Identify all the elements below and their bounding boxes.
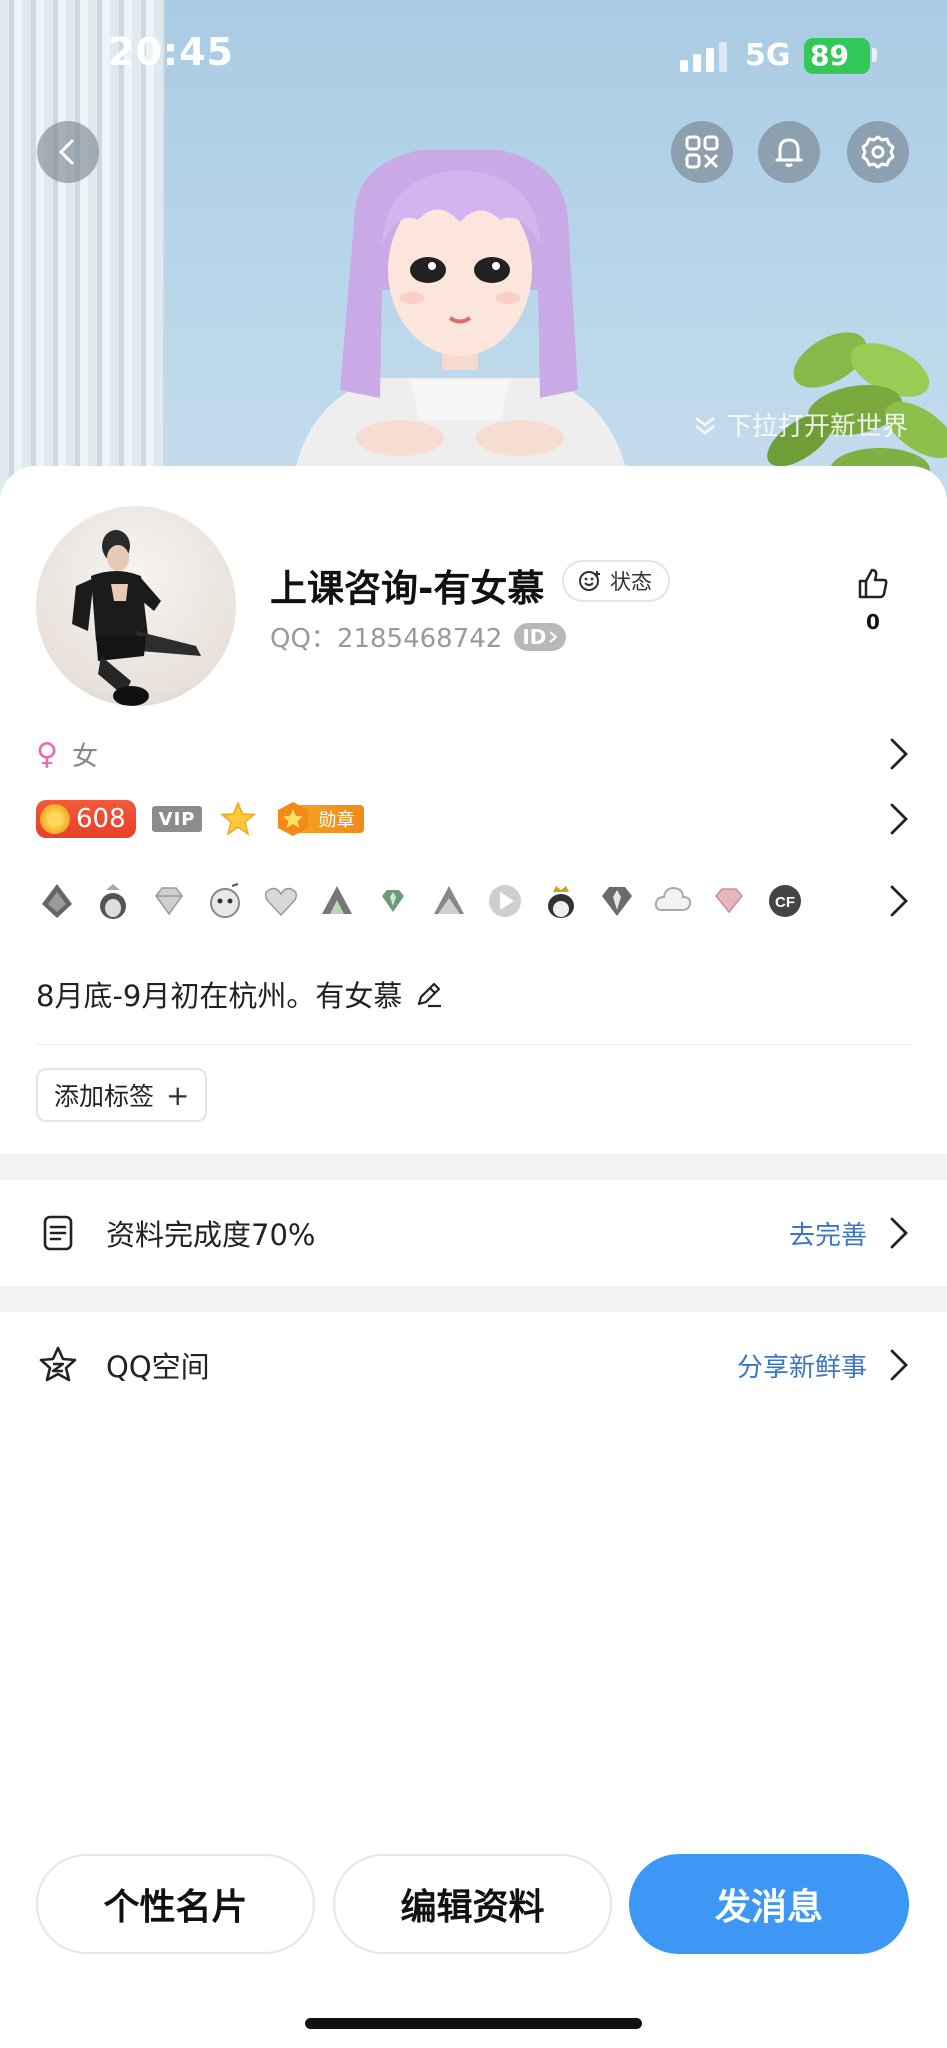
like-count: 0	[866, 610, 880, 634]
back-icon	[58, 139, 74, 165]
settings-button[interactable]	[847, 121, 909, 183]
profile-cover[interactable]: 20:45 5G 89 下拉打开新世界	[0, 0, 947, 500]
chevron-right-icon	[890, 803, 908, 835]
edit-profile-button[interactable]: 编辑资料	[333, 1854, 612, 1954]
qq-number-line: QQ：2185468742 ID	[270, 618, 567, 655]
game-icons-row[interactable]: CF	[36, 878, 911, 924]
qr-code-icon	[685, 135, 719, 169]
qzone-row[interactable]: QQ空间 分享新鲜事	[0, 1312, 947, 1418]
like-button[interactable]: 0	[848, 566, 898, 634]
chevron-right-icon	[890, 1217, 908, 1249]
thumbs-up-icon	[858, 568, 888, 599]
medal-badge: 勋章	[274, 801, 365, 837]
avatar-photo	[72, 530, 201, 706]
network-type: 5G	[745, 38, 791, 73]
back-button[interactable]	[37, 121, 99, 183]
profile-card-button[interactable]: 个性名片	[36, 1854, 315, 1954]
battery-tip	[872, 48, 877, 62]
heart-icon	[264, 887, 298, 917]
double-chevron-down-icon	[695, 416, 715, 435]
play-icon	[489, 885, 521, 917]
status-button[interactable]: 状态	[562, 560, 670, 602]
medal-star-icon	[278, 802, 309, 836]
game-icon-8	[434, 886, 464, 914]
signature-divider	[36, 1044, 911, 1045]
plus-icon: +	[166, 1078, 190, 1112]
diamond-icon	[155, 887, 183, 916]
diamond-icon-green	[382, 890, 404, 912]
document-icon	[43, 1215, 73, 1251]
game-icon-6	[322, 886, 352, 914]
qr-code-button[interactable]	[671, 121, 733, 183]
add-tag-label: 添加标签	[54, 1082, 155, 1111]
bottom-action-bar: 个性名片 编辑资料 发消息	[0, 1854, 947, 1954]
share-news-link[interactable]: 分享新鲜事	[737, 1347, 867, 1384]
qq-level-value: 608	[76, 804, 126, 834]
smiley-plus-icon	[579, 571, 600, 591]
pull-down-hint: 下拉打开新世界	[692, 406, 908, 443]
gear-icon	[861, 135, 895, 169]
edit-profile-label: 编辑资料	[400, 1887, 545, 1928]
star-icon	[220, 801, 257, 836]
id-badge-label: ID	[522, 624, 547, 649]
signal-icon	[680, 42, 727, 72]
notification-button[interactable]	[758, 121, 820, 183]
game-icon-2	[100, 884, 126, 919]
profile-completion-row[interactable]: 资料完成度70% 去完善	[0, 1180, 947, 1286]
penguin-crown-icon	[548, 886, 574, 918]
qzone-label: QQ空间	[106, 1350, 210, 1384]
game-icon-4	[210, 883, 240, 918]
complete-profile-link[interactable]: 去完善	[789, 1215, 867, 1252]
status-bar: 20:45 5G 89	[0, 0, 947, 110]
profile-page: 20:45 5G 89 下拉打开新世界 上课咨询-有女慕 状态 QQ：21854…	[0, 0, 947, 2048]
svg-text:CF: CF	[775, 894, 795, 911]
chevron-right-icon	[890, 885, 908, 917]
qq-level-badge: 608	[36, 800, 136, 838]
battery-level: 89	[810, 39, 849, 72]
bell-icon	[775, 138, 803, 167]
signature-row[interactable]: 8月底-9月初在杭州。有女慕	[36, 974, 911, 1014]
completion-label: 资料完成度70%	[106, 1218, 316, 1252]
level-badges-row[interactable]: 608 VIP 勋章	[36, 796, 911, 842]
profile-nickname: 上课咨询-有女慕	[270, 567, 545, 610]
avatar-3d-character	[290, 150, 632, 500]
coin-icon	[40, 804, 70, 834]
status-time: 20:45	[108, 30, 234, 74]
home-indicator	[305, 2018, 642, 2029]
female-icon: ♀	[36, 736, 58, 772]
cloud-icon	[654, 886, 692, 911]
diamond-icon-dark	[602, 887, 632, 916]
cf-icon: CF	[769, 885, 801, 917]
profile-card-label: 个性名片	[103, 1887, 248, 1928]
section-gap	[0, 1154, 947, 1180]
qq-id-badge[interactable]: ID	[514, 622, 567, 651]
game-icon-1	[42, 884, 72, 918]
chevron-right-icon	[890, 738, 908, 770]
send-message-label: 发消息	[714, 1887, 823, 1928]
diamond-icon-pink	[715, 888, 743, 914]
pull-hint-text: 下拉打开新世界	[726, 412, 909, 442]
gender-label: 女	[71, 741, 98, 772]
vip-badge: VIP	[151, 806, 203, 832]
add-tag-button[interactable]: 添加标签 +	[36, 1068, 208, 1122]
signature-text: 8月底-9月初在杭州。有女慕	[36, 979, 403, 1013]
profile-avatar[interactable]	[36, 506, 236, 706]
status-label: 状态	[610, 570, 652, 594]
profile-card: 上课咨询-有女慕 状态 QQ：2185468742 ID 0 ♀ 女 608 V…	[0, 466, 947, 2048]
chevron-right-icon	[890, 1349, 908, 1381]
qzone-star-icon	[39, 1346, 77, 1382]
chevron-right-icon	[549, 630, 558, 643]
gender-row[interactable]: ♀ 女	[36, 734, 911, 774]
battery-indicator: 89	[804, 38, 870, 74]
qq-number: QQ：2185468742	[270, 624, 503, 654]
pencil-icon[interactable]	[414, 979, 444, 1009]
section-gap	[0, 1286, 947, 1312]
send-message-button[interactable]: 发消息	[629, 1854, 909, 1954]
